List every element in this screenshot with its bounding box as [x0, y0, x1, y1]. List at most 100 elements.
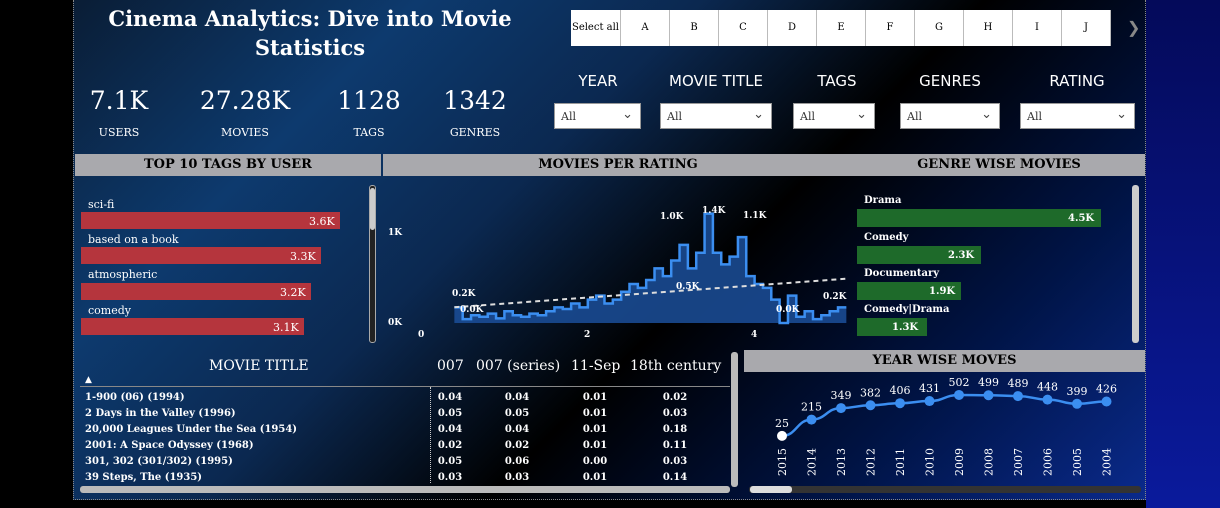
filter-year-dropdown[interactable]: All ⌄	[554, 103, 641, 129]
kpi-label: TAGS	[353, 126, 385, 139]
table-cell: 0.05	[437, 408, 463, 419]
filter-label-tags: TAGS	[817, 72, 857, 90]
column-header[interactable]: 007	[437, 358, 464, 374]
y-tick-label: 1K	[388, 228, 403, 238]
page-title: Cinema Analytics: Dive into Movie Statis…	[108, 6, 512, 60]
data-label: 1.0K	[660, 212, 685, 222]
table-row[interactable]: 1-900 (06) (1994)	[85, 392, 185, 403]
year-point[interactable]	[1013, 391, 1023, 402]
table-cell: 0.02	[504, 440, 530, 451]
filter-value: All	[907, 110, 922, 123]
slicer-letter-f[interactable]: F	[866, 10, 915, 46]
kpi-label: GENRES	[449, 126, 501, 139]
kpi-value: 7.1K	[89, 86, 149, 115]
column-header[interactable]: 11-Sep	[571, 358, 620, 374]
slicer-letter-e[interactable]: E	[817, 10, 866, 46]
slicer-letter-g[interactable]: G	[915, 10, 964, 46]
chevron-down-icon: ⌄	[1116, 107, 1127, 122]
year-point[interactable]	[806, 414, 817, 425]
filter-movie-title-dropdown[interactable]: All ⌄	[660, 103, 772, 129]
genre-scrollbar[interactable]	[1132, 185, 1139, 343]
genre-value: 2.3K	[948, 250, 975, 261]
year-point[interactable]	[1072, 398, 1082, 409]
slicer-letter-c[interactable]: C	[719, 10, 768, 46]
year-point[interactable]	[983, 390, 994, 401]
year-point[interactable]	[954, 389, 964, 400]
kpi-label: MOVIES	[221, 126, 269, 139]
slicer-letter-b[interactable]: B	[670, 10, 719, 46]
year-point[interactable]	[836, 403, 846, 414]
x-tick-label: 2	[584, 330, 590, 340]
year-point[interactable]	[777, 430, 787, 441]
data-label: 0.0K	[460, 305, 485, 315]
x-tick-label: 0	[418, 330, 424, 340]
year-point[interactable]	[924, 396, 935, 407]
data-label: 0.5K	[676, 282, 701, 292]
slicer-letter-h[interactable]: H	[964, 10, 1013, 46]
column-header[interactable]: 007 (series)	[476, 358, 560, 374]
slicer-letter-j[interactable]: J	[1062, 10, 1111, 46]
year-point[interactable]	[1101, 396, 1112, 407]
sort-ascending-icon[interactable]: ▲	[85, 375, 92, 385]
year-axis-label: 2010	[924, 448, 937, 476]
table-hscrollbar-thumb[interactable]	[80, 486, 730, 493]
year-chart-hscrollbar-thumb[interactable]	[750, 486, 792, 493]
year-value-label: 349	[831, 389, 852, 402]
letter-slicer: Select all A B C D E F G H I J	[571, 10, 1111, 46]
slicer-letter-i[interactable]: I	[1013, 10, 1062, 46]
table-row[interactable]: 20,000 Leagues Under the Sea (1954)	[85, 424, 297, 435]
filter-label-rating: RATING	[1049, 72, 1105, 90]
table-row[interactable]: 39 Steps, The (1935)	[85, 472, 202, 483]
slicer-letter-a[interactable]: A	[621, 10, 670, 46]
year-value-label: 426	[1096, 382, 1117, 395]
kpi-value: 1342	[443, 86, 507, 115]
column-header[interactable]: 18th century	[630, 358, 721, 374]
chevron-down-icon: ⌄	[981, 107, 992, 122]
genre-bar[interactable]	[857, 209, 1101, 227]
data-label: 1.1K	[743, 211, 768, 221]
year-axis-label: 2012	[865, 448, 878, 476]
year-chart-hscrollbar[interactable]	[749, 486, 1141, 493]
year-point[interactable]	[1042, 394, 1053, 405]
year-point[interactable]	[865, 400, 876, 411]
slicer-letter-d[interactable]: D	[768, 10, 817, 46]
tags-scrollbar-thumb[interactable]	[370, 188, 375, 230]
chevron-down-icon: ⌄	[622, 107, 633, 122]
tag-label: based on a book	[88, 233, 179, 246]
year-point[interactable]	[895, 398, 905, 409]
filter-tags-dropdown[interactable]: All ⌄	[793, 103, 875, 129]
year-value-label: 215	[801, 401, 822, 414]
table-row[interactable]: 2001: A Space Odyssey (1968)	[85, 440, 254, 451]
top-tags-header: TOP 10 TAGS BY USER	[75, 154, 381, 176]
genre-label: Comedy|Drama	[864, 304, 950, 315]
year-axis-label: 2006	[1042, 448, 1055, 476]
chevron-down-icon: ⌄	[753, 107, 764, 122]
table-cell: 0.03	[662, 456, 688, 467]
slicer-select-all[interactable]: Select all	[571, 10, 621, 46]
table-vscrollbar[interactable]	[731, 352, 738, 487]
table-cell: 0.14	[662, 472, 688, 483]
year-value-label: 448	[1037, 381, 1058, 394]
table-cell: 0.04	[504, 392, 530, 403]
table-cell: 0.01	[582, 408, 608, 419]
genre-value: 4.5K	[1068, 213, 1095, 224]
year-value-label: 502	[949, 376, 970, 389]
tag-bar[interactable]	[81, 318, 304, 335]
genre-value: 1.9K	[929, 286, 956, 297]
table-row[interactable]: 2 Days in the Valley (1996)	[85, 408, 236, 419]
table-row[interactable]: 301, 302 (301/302) (1995)	[85, 456, 233, 467]
tag-bar[interactable]	[81, 283, 311, 300]
filter-genres-dropdown[interactable]: All ⌄	[900, 103, 1000, 129]
movie-title-column-header[interactable]: MOVIE TITLE	[209, 358, 309, 374]
movies-per-rating-chart: 1K 0K 0 2 4 0.2K 0.0K 1.0K 1.4K 1.1K 0.5…	[388, 206, 848, 340]
genre-label: Drama	[864, 195, 902, 206]
tag-bar[interactable]	[81, 212, 340, 229]
tag-value: 3.2K	[280, 286, 306, 299]
table-cell: 0.05	[504, 408, 530, 419]
chevron-right-icon[interactable]: ❯	[1127, 18, 1140, 37]
data-label: 0.0K	[776, 305, 801, 315]
filter-rating-dropdown[interactable]: All ⌄	[1020, 103, 1135, 129]
tag-bar[interactable]	[81, 247, 321, 264]
tag-label: comedy	[88, 304, 131, 317]
genre-wise-header: GENRE WISE MOVIES	[853, 154, 1145, 176]
